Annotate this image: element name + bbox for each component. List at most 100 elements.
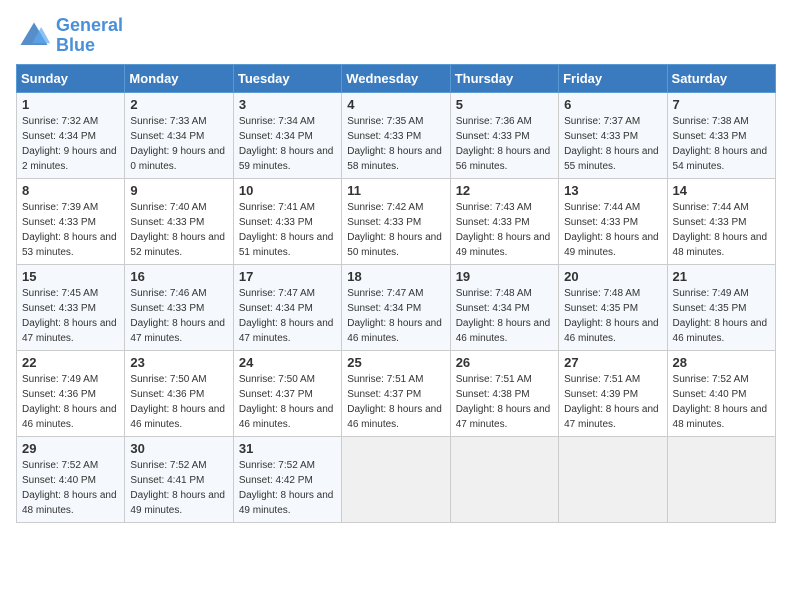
day-number: 1 <box>22 97 119 112</box>
day-info: Sunrise: 7:51 AM Sunset: 4:37 PM Dayligh… <box>347 372 444 432</box>
col-header-wednesday: Wednesday <box>342 64 450 92</box>
day-info: Sunrise: 7:34 AM Sunset: 4:34 PM Dayligh… <box>239 114 336 174</box>
day-cell: 23 Sunrise: 7:50 AM Sunset: 4:36 PM Dayl… <box>125 350 233 436</box>
day-info: Sunrise: 7:52 AM Sunset: 4:41 PM Dayligh… <box>130 458 227 518</box>
day-cell: 1 Sunrise: 7:32 AM Sunset: 4:34 PM Dayli… <box>17 92 125 178</box>
day-cell: 15 Sunrise: 7:45 AM Sunset: 4:33 PM Dayl… <box>17 264 125 350</box>
day-info: Sunrise: 7:44 AM Sunset: 4:33 PM Dayligh… <box>673 200 770 260</box>
day-number: 3 <box>239 97 336 112</box>
day-cell: 10 Sunrise: 7:41 AM Sunset: 4:33 PM Dayl… <box>233 178 341 264</box>
day-info: Sunrise: 7:42 AM Sunset: 4:33 PM Dayligh… <box>347 200 444 260</box>
day-number: 16 <box>130 269 227 284</box>
col-header-monday: Monday <box>125 64 233 92</box>
col-header-saturday: Saturday <box>667 64 775 92</box>
day-number: 19 <box>456 269 553 284</box>
day-number: 31 <box>239 441 336 456</box>
day-info: Sunrise: 7:48 AM Sunset: 4:34 PM Dayligh… <box>456 286 553 346</box>
day-info: Sunrise: 7:49 AM Sunset: 4:36 PM Dayligh… <box>22 372 119 432</box>
header: General Blue <box>16 16 776 56</box>
day-cell: 24 Sunrise: 7:50 AM Sunset: 4:37 PM Dayl… <box>233 350 341 436</box>
day-info: Sunrise: 7:44 AM Sunset: 4:33 PM Dayligh… <box>564 200 661 260</box>
day-info: Sunrise: 7:45 AM Sunset: 4:33 PM Dayligh… <box>22 286 119 346</box>
day-cell <box>667 436 775 522</box>
day-info: Sunrise: 7:50 AM Sunset: 4:37 PM Dayligh… <box>239 372 336 432</box>
day-number: 25 <box>347 355 444 370</box>
day-cell: 13 Sunrise: 7:44 AM Sunset: 4:33 PM Dayl… <box>559 178 667 264</box>
day-number: 28 <box>673 355 770 370</box>
day-cell: 4 Sunrise: 7:35 AM Sunset: 4:33 PM Dayli… <box>342 92 450 178</box>
day-number: 29 <box>22 441 119 456</box>
day-cell: 29 Sunrise: 7:52 AM Sunset: 4:40 PM Dayl… <box>17 436 125 522</box>
day-info: Sunrise: 7:50 AM Sunset: 4:36 PM Dayligh… <box>130 372 227 432</box>
logo-icon <box>16 18 52 54</box>
col-header-tuesday: Tuesday <box>233 64 341 92</box>
day-info: Sunrise: 7:52 AM Sunset: 4:42 PM Dayligh… <box>239 458 336 518</box>
day-cell: 18 Sunrise: 7:47 AM Sunset: 4:34 PM Dayl… <box>342 264 450 350</box>
day-number: 4 <box>347 97 444 112</box>
day-cell: 21 Sunrise: 7:49 AM Sunset: 4:35 PM Dayl… <box>667 264 775 350</box>
day-cell: 31 Sunrise: 7:52 AM Sunset: 4:42 PM Dayl… <box>233 436 341 522</box>
day-info: Sunrise: 7:51 AM Sunset: 4:38 PM Dayligh… <box>456 372 553 432</box>
week-row-3: 15 Sunrise: 7:45 AM Sunset: 4:33 PM Dayl… <box>17 264 776 350</box>
day-cell <box>559 436 667 522</box>
day-info: Sunrise: 7:32 AM Sunset: 4:34 PM Dayligh… <box>22 114 119 174</box>
day-info: Sunrise: 7:48 AM Sunset: 4:35 PM Dayligh… <box>564 286 661 346</box>
day-number: 17 <box>239 269 336 284</box>
col-header-sunday: Sunday <box>17 64 125 92</box>
day-cell <box>342 436 450 522</box>
week-row-1: 1 Sunrise: 7:32 AM Sunset: 4:34 PM Dayli… <box>17 92 776 178</box>
calendar-table: SundayMondayTuesdayWednesdayThursdayFrid… <box>16 64 776 523</box>
col-header-thursday: Thursday <box>450 64 558 92</box>
day-info: Sunrise: 7:47 AM Sunset: 4:34 PM Dayligh… <box>239 286 336 346</box>
day-cell: 17 Sunrise: 7:47 AM Sunset: 4:34 PM Dayl… <box>233 264 341 350</box>
week-row-2: 8 Sunrise: 7:39 AM Sunset: 4:33 PM Dayli… <box>17 178 776 264</box>
day-number: 7 <box>673 97 770 112</box>
day-info: Sunrise: 7:38 AM Sunset: 4:33 PM Dayligh… <box>673 114 770 174</box>
day-cell: 2 Sunrise: 7:33 AM Sunset: 4:34 PM Dayli… <box>125 92 233 178</box>
day-info: Sunrise: 7:35 AM Sunset: 4:33 PM Dayligh… <box>347 114 444 174</box>
day-number: 27 <box>564 355 661 370</box>
day-cell: 28 Sunrise: 7:52 AM Sunset: 4:40 PM Dayl… <box>667 350 775 436</box>
day-info: Sunrise: 7:49 AM Sunset: 4:35 PM Dayligh… <box>673 286 770 346</box>
day-info: Sunrise: 7:43 AM Sunset: 4:33 PM Dayligh… <box>456 200 553 260</box>
day-number: 2 <box>130 97 227 112</box>
day-number: 13 <box>564 183 661 198</box>
day-info: Sunrise: 7:41 AM Sunset: 4:33 PM Dayligh… <box>239 200 336 260</box>
day-info: Sunrise: 7:46 AM Sunset: 4:33 PM Dayligh… <box>130 286 227 346</box>
day-number: 23 <box>130 355 227 370</box>
day-cell: 26 Sunrise: 7:51 AM Sunset: 4:38 PM Dayl… <box>450 350 558 436</box>
day-number: 24 <box>239 355 336 370</box>
day-cell: 8 Sunrise: 7:39 AM Sunset: 4:33 PM Dayli… <box>17 178 125 264</box>
week-row-5: 29 Sunrise: 7:52 AM Sunset: 4:40 PM Dayl… <box>17 436 776 522</box>
day-number: 11 <box>347 183 444 198</box>
day-number: 30 <box>130 441 227 456</box>
day-cell: 9 Sunrise: 7:40 AM Sunset: 4:33 PM Dayli… <box>125 178 233 264</box>
day-number: 8 <box>22 183 119 198</box>
day-info: Sunrise: 7:51 AM Sunset: 4:39 PM Dayligh… <box>564 372 661 432</box>
day-cell: 20 Sunrise: 7:48 AM Sunset: 4:35 PM Dayl… <box>559 264 667 350</box>
day-number: 14 <box>673 183 770 198</box>
day-info: Sunrise: 7:33 AM Sunset: 4:34 PM Dayligh… <box>130 114 227 174</box>
day-number: 9 <box>130 183 227 198</box>
logo-text: General Blue <box>56 16 123 56</box>
day-number: 12 <box>456 183 553 198</box>
day-cell: 3 Sunrise: 7:34 AM Sunset: 4:34 PM Dayli… <box>233 92 341 178</box>
logo: General Blue <box>16 16 123 56</box>
day-cell: 19 Sunrise: 7:48 AM Sunset: 4:34 PM Dayl… <box>450 264 558 350</box>
day-info: Sunrise: 7:37 AM Sunset: 4:33 PM Dayligh… <box>564 114 661 174</box>
day-number: 15 <box>22 269 119 284</box>
day-info: Sunrise: 7:40 AM Sunset: 4:33 PM Dayligh… <box>130 200 227 260</box>
day-number: 21 <box>673 269 770 284</box>
day-info: Sunrise: 7:52 AM Sunset: 4:40 PM Dayligh… <box>22 458 119 518</box>
day-info: Sunrise: 7:39 AM Sunset: 4:33 PM Dayligh… <box>22 200 119 260</box>
day-number: 18 <box>347 269 444 284</box>
day-cell: 14 Sunrise: 7:44 AM Sunset: 4:33 PM Dayl… <box>667 178 775 264</box>
header-row: SundayMondayTuesdayWednesdayThursdayFrid… <box>17 64 776 92</box>
day-number: 10 <box>239 183 336 198</box>
day-cell: 16 Sunrise: 7:46 AM Sunset: 4:33 PM Dayl… <box>125 264 233 350</box>
day-number: 6 <box>564 97 661 112</box>
day-info: Sunrise: 7:52 AM Sunset: 4:40 PM Dayligh… <box>673 372 770 432</box>
day-cell: 6 Sunrise: 7:37 AM Sunset: 4:33 PM Dayli… <box>559 92 667 178</box>
day-number: 22 <box>22 355 119 370</box>
day-number: 5 <box>456 97 553 112</box>
